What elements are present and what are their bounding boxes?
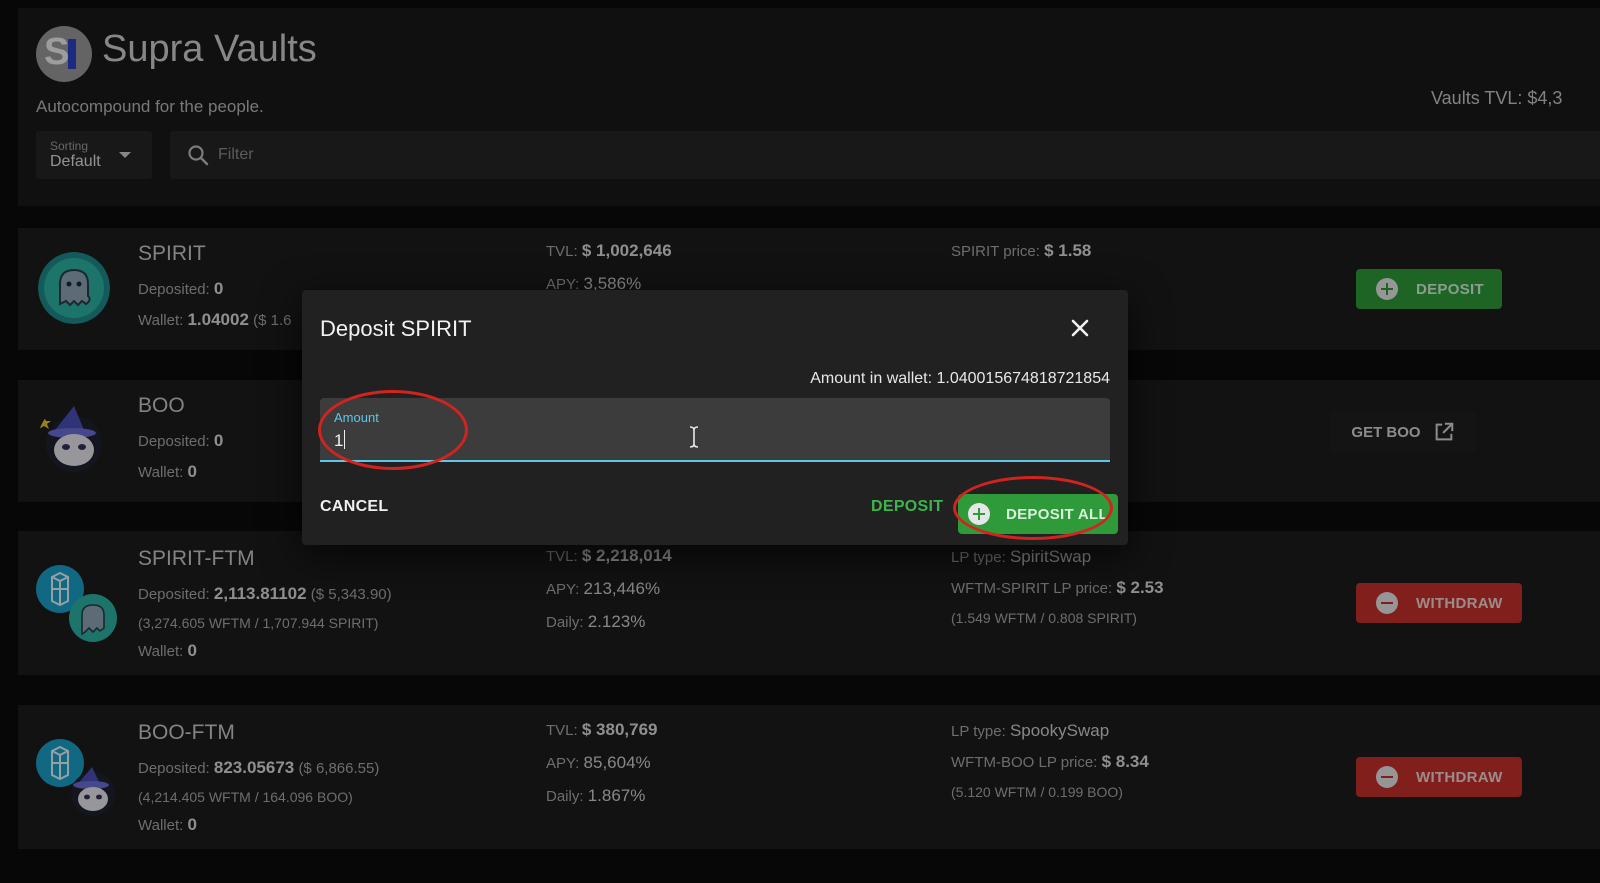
wallet-amount: Amount in wallet: 1.040015674818721854	[810, 370, 1110, 387]
cancel-button[interactable]: CANCEL	[320, 498, 388, 516]
dialog-title: Deposit SPIRIT	[320, 316, 472, 341]
text-cursor-icon	[689, 426, 699, 448]
close-icon[interactable]	[1068, 316, 1092, 340]
annotation-circle-deposit-all	[953, 476, 1113, 540]
annotation-circle-amount	[318, 390, 468, 470]
deposit-submit-button[interactable]: DEPOSIT	[871, 498, 943, 516]
